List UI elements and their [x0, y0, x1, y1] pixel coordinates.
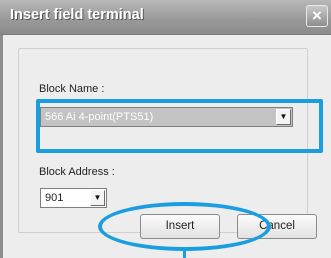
dialog-title: Insert field terminal — [10, 7, 144, 23]
block-address-dropdown[interactable]: 901 ▼ — [40, 188, 107, 208]
block-address-label: Block Address : — [39, 166, 115, 178]
block-address-value: 901 — [45, 192, 64, 204]
insert-button-highlight — [98, 202, 271, 251]
chevron-down-icon: ▼ — [93, 193, 102, 202]
callout-pointer — [183, 248, 186, 258]
close-button[interactable]: × — [306, 5, 328, 27]
block-address-dropdown-arrow[interactable]: ▼ — [90, 190, 105, 206]
block-name-label: Block Name : — [39, 83, 105, 95]
title-bar: Insert field terminal × — [0, 0, 331, 35]
close-icon: × — [312, 6, 322, 25]
block-name-highlight — [36, 99, 323, 153]
